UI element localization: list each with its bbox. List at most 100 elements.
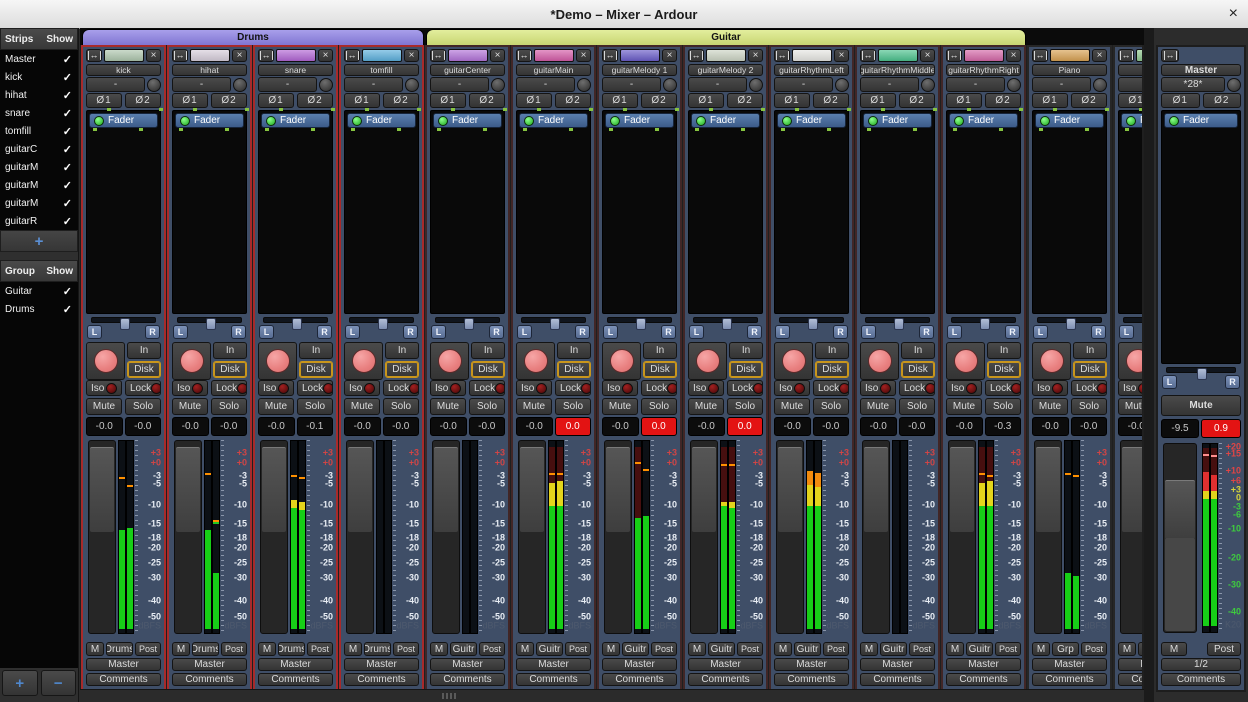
post-button[interactable]: Post <box>307 642 333 656</box>
gain-display[interactable]: -0.0 <box>344 417 381 436</box>
trim-button[interactable]: - <box>430 77 489 92</box>
fader-processor-button[interactable]: Fader <box>347 113 416 128</box>
output-button[interactable]: Master <box>1032 658 1107 671</box>
strip-width-button[interactable]: ↔ <box>602 49 618 62</box>
phase2-button[interactable]: Ø2 <box>125 93 161 108</box>
output-button[interactable]: 1/2 <box>1161 658 1241 671</box>
solo-lock-button[interactable]: Lock <box>985 380 1021 396</box>
peak-display[interactable]: -0.0 <box>125 417 162 436</box>
output-button[interactable]: Master <box>602 658 677 671</box>
strip-width-button[interactable]: ↔ <box>1161 49 1179 62</box>
group-button[interactable]: Guitr <box>450 642 477 656</box>
record-enable-button[interactable] <box>86 342 125 380</box>
comments-button[interactable]: Comments <box>602 673 677 686</box>
strip-color-chip[interactable] <box>878 49 918 62</box>
trim-knob[interactable] <box>233 78 247 92</box>
pan-track[interactable] <box>263 317 328 323</box>
disk-monitor-button[interactable]: Disk <box>127 361 161 378</box>
fader-handle[interactable] <box>176 447 200 532</box>
peak-display[interactable]: -0.3 <box>985 417 1022 436</box>
fader-handle[interactable] <box>950 447 974 532</box>
strip-width-button[interactable]: ↔ <box>860 49 876 62</box>
record-enable-button[interactable] <box>1118 342 1142 380</box>
phase1-button[interactable]: Ø1 <box>860 93 896 108</box>
disk-monitor-button[interactable]: Disk <box>815 361 849 378</box>
solo-button[interactable]: Solo <box>727 398 763 415</box>
processor-box[interactable]: Fader <box>860 110 935 314</box>
solo-button[interactable]: Solo <box>297 398 333 415</box>
peak-display[interactable]: 0.0 <box>727 417 764 436</box>
gain-display[interactable]: -0.0 <box>172 417 209 436</box>
output-button[interactable]: Master <box>860 658 935 671</box>
strip-visible-checkbox[interactable]: ✓ <box>63 107 72 120</box>
strip-name-button[interactable]: guitarMelody 1 <box>602 64 677 76</box>
mute-button[interactable]: Mute <box>258 398 294 415</box>
hide-strip-button[interactable]: × <box>318 49 333 62</box>
input-monitor-button[interactable]: In <box>987 342 1021 359</box>
hide-strip-button[interactable]: × <box>834 49 849 62</box>
output-button[interactable]: Master <box>774 658 849 671</box>
mute-button[interactable]: Mute <box>1118 398 1142 415</box>
comments-button[interactable]: Comments <box>172 673 247 686</box>
disk-monitor-button[interactable]: Disk <box>729 361 763 378</box>
solo-button[interactable]: Solo <box>985 398 1021 415</box>
strip-name-button[interactable]: guitarRhythmMiddle <box>860 64 935 76</box>
pan-track[interactable] <box>1123 317 1142 323</box>
solo-lock-button[interactable]: Lock <box>469 380 505 396</box>
comments-button[interactable]: Comments <box>86 673 161 686</box>
fader-processor-button[interactable]: Fader <box>605 113 674 128</box>
processor-box[interactable]: Fader <box>86 110 161 314</box>
record-enable-button[interactable] <box>860 342 899 380</box>
volume-fader[interactable] <box>1163 443 1197 633</box>
group-button[interactable]: Guitr <box>622 642 649 656</box>
gain-display[interactable]: -0.0 <box>946 417 983 436</box>
phase1-button[interactable]: Ø1 <box>774 93 810 108</box>
phase1-button[interactable]: Ø1 <box>1161 93 1200 108</box>
gain-display[interactable]: -0.0 <box>774 417 811 436</box>
peak-display[interactable]: -0.0 <box>469 417 506 436</box>
post-button[interactable]: Post <box>651 642 677 656</box>
sidebar-strip-row[interactable]: snare✓ <box>0 104 78 122</box>
trim-knob[interactable] <box>663 78 677 92</box>
post-button[interactable]: Post <box>221 642 247 656</box>
record-enable-button[interactable] <box>946 342 985 380</box>
pan-track[interactable] <box>435 317 500 323</box>
trim-knob[interactable] <box>921 78 935 92</box>
solo-button[interactable]: Solo <box>469 398 505 415</box>
peak-display[interactable]: -0.0 <box>211 417 248 436</box>
gain-display[interactable]: -0.0 <box>86 417 123 436</box>
group-visible-checkbox[interactable]: ✓ <box>63 303 72 316</box>
close-icon[interactable]: × <box>1229 0 1238 28</box>
solo-button[interactable]: Solo <box>211 398 247 415</box>
strip-name-button[interactable]: guitarRhythmLeft <box>774 64 849 76</box>
input-monitor-button[interactable]: In <box>471 342 505 359</box>
strip-visible-checkbox[interactable]: ✓ <box>63 161 72 174</box>
phase2-button[interactable]: Ø2 <box>727 93 763 108</box>
record-enable-button[interactable] <box>258 342 297 380</box>
strip-name-button[interactable]: st <box>1118 64 1142 76</box>
hide-strip-button[interactable]: × <box>1006 49 1021 62</box>
fader-processor-button[interactable]: Fader <box>89 113 158 128</box>
remove-group-button[interactable]: − <box>41 670 77 696</box>
group-button[interactable]: Drums <box>106 642 133 656</box>
strip-width-button[interactable]: ↔ <box>86 49 102 62</box>
post-button[interactable]: Post <box>1081 642 1107 656</box>
trim-knob[interactable] <box>1093 78 1107 92</box>
sidebar-strip-row[interactable]: guitarM✓ <box>0 176 78 194</box>
group-tab-drums[interactable]: Drums <box>82 29 424 45</box>
mute-button[interactable]: Mute <box>688 398 724 415</box>
pan-handle[interactable] <box>292 318 302 330</box>
post-button[interactable]: Post <box>565 642 591 656</box>
input-monitor-button[interactable]: In <box>643 342 677 359</box>
hide-strip-button[interactable]: × <box>576 49 591 62</box>
solo-lock-button[interactable]: Lock <box>813 380 849 396</box>
fader-handle[interactable] <box>1122 447 1142 532</box>
input-monitor-button[interactable]: In <box>815 342 849 359</box>
pan-track[interactable] <box>177 317 242 323</box>
post-button[interactable]: Post <box>135 642 161 656</box>
gain-display[interactable]: -0.0 <box>688 417 725 436</box>
trim-knob[interactable] <box>319 78 333 92</box>
processor-box[interactable]: Fader <box>1032 110 1107 314</box>
strip-width-button[interactable]: ↔ <box>258 49 274 62</box>
phase1-button[interactable]: Ø1 <box>946 93 982 108</box>
